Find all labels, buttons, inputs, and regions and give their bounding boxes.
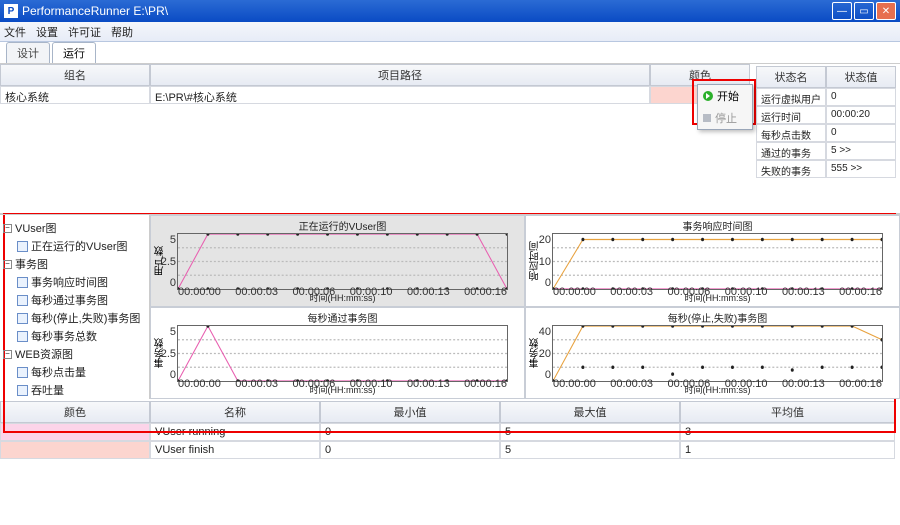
- status-val[interactable]: 555 >>: [826, 160, 896, 178]
- legend-hdr-color: 颜色: [0, 401, 150, 423]
- tree-group-vuser[interactable]: −VUser图: [3, 219, 146, 237]
- chart-panel[interactable]: 用户数 正在运行的VUser图 52.50 00:00:0000:00:0300…: [150, 215, 525, 307]
- tab-design[interactable]: 设计: [6, 42, 50, 63]
- chart-panel[interactable]: 响应时间 事务响应时间图 20100 00:00:0000:00:0300:00…: [525, 215, 900, 307]
- menu-bar: 文件 设置 许可证 帮助: [0, 22, 900, 42]
- stop-icon: [703, 114, 711, 122]
- chart-title: 每秒(停止,失败)事务图: [552, 310, 883, 325]
- menu-settings[interactable]: 设置: [36, 24, 58, 40]
- status-row: 运行虚拟用户: [756, 88, 826, 106]
- legend-hdr-max: 最大值: [500, 401, 680, 423]
- chart-plot: 52.50 00:00:0000:00:0300:00:0600:00:1000…: [177, 325, 508, 382]
- status-hdr-value: 状态值: [826, 66, 896, 88]
- tree-item[interactable]: 每秒事务总数: [3, 327, 146, 345]
- col-color: 颜色: [650, 64, 750, 86]
- legend-hdr-min: 最小值: [320, 401, 500, 423]
- charts-grid: 用户数 正在运行的VUser图 52.50 00:00:0000:00:0300…: [150, 215, 900, 399]
- status-row: 通过的事务: [756, 142, 826, 160]
- chart-title: 事务响应时间图: [552, 218, 883, 233]
- legend-cell: 0: [320, 441, 500, 459]
- chart-panel[interactable]: 事务数 每秒通过事务图 52.50 00:00:0000:00:0300:00:…: [150, 307, 525, 399]
- tree-item[interactable]: 事务响应时间图: [3, 273, 146, 291]
- chart-title: 正在运行的VUser图: [177, 218, 508, 233]
- window-title: PerformanceRunner E:\PR\: [22, 4, 832, 18]
- col-group: 组名: [0, 64, 150, 86]
- chart-panel[interactable]: 事务数 每秒(停止,失败)事务图 40200 00:00:0000:00:030…: [525, 307, 900, 399]
- status-val: 0: [826, 88, 896, 106]
- cell-group[interactable]: 核心系统: [0, 86, 150, 104]
- graph-tree: −VUser图 正在运行的VUser图 −事务图 事务响应时间图 每秒通过事务图…: [0, 215, 150, 399]
- status-row: 每秒点击数: [756, 124, 826, 142]
- legend-cell: 5: [500, 423, 680, 441]
- tree-group-web[interactable]: −WEB资源图: [3, 345, 146, 363]
- tree-item[interactable]: 每秒点击量: [3, 363, 146, 381]
- menu-stop: 停止: [698, 107, 752, 129]
- chart-plot: 40200 00:00:0000:00:0300:00:0600:00:1000…: [552, 325, 883, 382]
- legend-cell: VUser finish: [150, 441, 320, 459]
- chart-plot: 20100 00:00:0000:00:0300:00:0600:00:1000…: [552, 233, 883, 290]
- chart-plot: 52.50 00:00:0000:00:0300:00:0600:00:1000…: [177, 233, 508, 290]
- status-val[interactable]: 5 >>: [826, 142, 896, 160]
- legend-table: 颜色 名称 最小值 最大值 平均值 VUser running 0 5 3 VU…: [0, 401, 900, 459]
- lower-split: −VUser图 正在运行的VUser图 −事务图 事务响应时间图 每秒通过事务图…: [0, 214, 900, 399]
- tree-item[interactable]: 正在运行的VUser图: [3, 237, 146, 255]
- status-row: 失败的事务: [756, 160, 826, 178]
- tab-run[interactable]: 运行: [52, 42, 96, 63]
- legend-cell: 5: [500, 441, 680, 459]
- app-icon: P: [4, 4, 18, 18]
- legend-cell: 0: [320, 423, 500, 441]
- cell-path[interactable]: E:\PR\#核心系统: [150, 86, 650, 104]
- menu-help[interactable]: 帮助: [111, 24, 133, 40]
- legend-hdr-name: 名称: [150, 401, 320, 423]
- menu-start[interactable]: 开始: [698, 85, 752, 107]
- minimize-button[interactable]: —: [832, 2, 852, 20]
- tree-item[interactable]: 每秒(停止,失败)事务图: [3, 309, 146, 327]
- status-table: 状态名 状态值 运行虚拟用户0 运行时间00:00:20 每秒点击数0 通过的事…: [756, 66, 896, 178]
- maximize-button[interactable]: ▭: [854, 2, 874, 20]
- tabs-row: 设计 运行: [0, 42, 900, 64]
- legend-hdr-avg: 平均值: [680, 401, 895, 423]
- status-val: 0: [826, 124, 896, 142]
- context-menu: 开始 停止: [697, 84, 753, 130]
- close-button[interactable]: ✕: [876, 2, 896, 20]
- play-icon: [703, 91, 713, 101]
- legend-cell: 3: [680, 423, 895, 441]
- tree-item[interactable]: 吞吐量: [3, 381, 146, 399]
- legend-cell: VUser running: [150, 423, 320, 441]
- top-area: 组名 项目路径 颜色 核心系统 E:\PR\#核心系统 开始 停止 状态名 状态…: [0, 64, 900, 214]
- menu-stop-label: 停止: [715, 110, 737, 126]
- chart-title: 每秒通过事务图: [177, 310, 508, 325]
- legend-cell: 1: [680, 441, 895, 459]
- tree-item[interactable]: 每秒通过事务图: [3, 291, 146, 309]
- legend-color-swatch: [0, 441, 150, 459]
- status-hdr-name: 状态名: [756, 66, 826, 88]
- menu-license[interactable]: 许可证: [68, 24, 101, 40]
- status-val: 00:00:20: [826, 106, 896, 124]
- menu-start-label: 开始: [717, 88, 739, 104]
- title-bar: P PerformanceRunner E:\PR\ — ▭ ✕: [0, 0, 900, 22]
- tree-group-txn[interactable]: −事务图: [3, 255, 146, 273]
- col-path: 项目路径: [150, 64, 650, 86]
- status-row: 运行时间: [756, 106, 826, 124]
- legend-color-swatch: [0, 423, 150, 441]
- menu-file[interactable]: 文件: [4, 24, 26, 40]
